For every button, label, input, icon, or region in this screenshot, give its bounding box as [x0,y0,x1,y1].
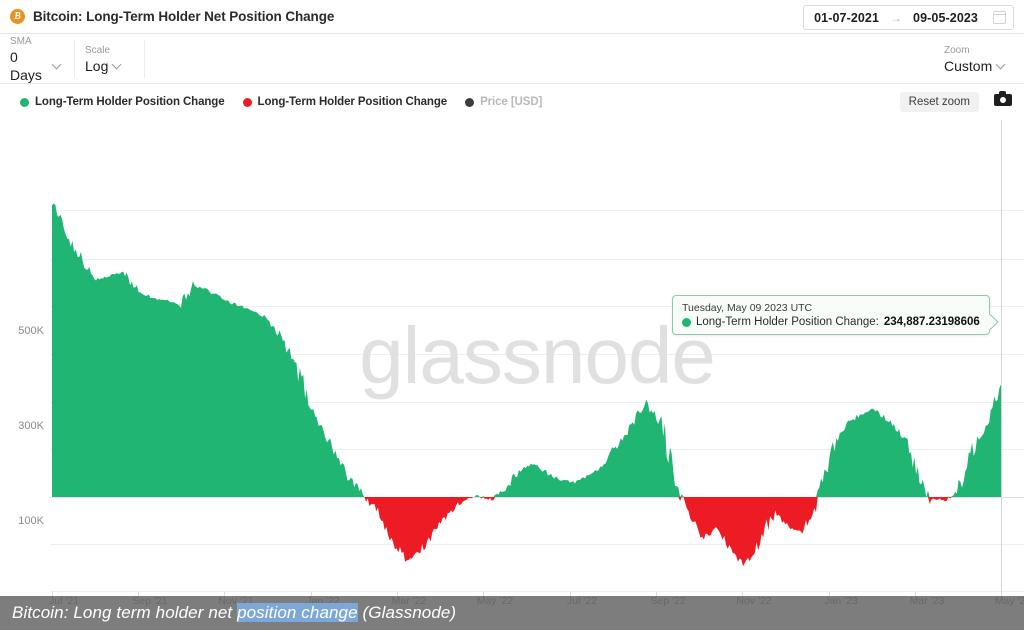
date-range-picker[interactable]: 01-07-2021 → 09-05-2023 [803,5,1014,30]
header-bar: B Bitcoin: Long-Term Holder Net Position… [0,0,1024,34]
camera-icon[interactable] [994,91,1012,106]
legend-dot-icon [242,97,252,107]
series-area [52,497,1001,567]
y-axis: 500K 300K 100K -100K -300K [0,120,50,620]
title-group: B Bitcoin: Long-Term Holder Net Position… [0,9,334,24]
legend-item-price[interactable]: Price [USD] [465,96,542,108]
legend-item-label: Price [USD] [480,96,543,108]
zoom-control[interactable]: Zoom Custom [934,40,1024,78]
scale-control[interactable]: Scale Log [75,40,145,78]
tooltip-value: 234,887.23198606 [883,316,980,328]
chevron-down-icon [113,60,121,68]
date-range-end[interactable]: 09-05-2023 [913,11,978,25]
caption-selected-text: position change [237,603,358,622]
chevron-down-icon [997,60,1005,68]
date-range-arrow-icon: → [890,10,903,25]
y-tick-label: 500K [18,325,44,337]
chart-tooltip: Tuesday, May 09 2023 UTC Long-Term Holde… [672,295,999,335]
legend-item-label: Long-Term Holder Position Change [257,96,448,108]
legend-item-label: Long-Term Holder Position Change [35,96,225,108]
tooltip-date: Tuesday, May 09 2023 UTC [682,302,813,314]
legend-item-positive[interactable]: Long-Term Holder Position Change [20,96,225,108]
sma-control[interactable]: SMA 0 Days [0,36,75,83]
bitcoin-icon: B [10,9,25,24]
glassnode-chart-app: B Bitcoin: Long-Term Holder Net Position… [0,0,1024,630]
chart-container: 500K 300K 100K -100K -300K glassnode [0,120,1024,620]
series-area [52,203,1001,497]
controls-bar: SMA 0 Days Scale Log Zoom Custom [0,34,1024,84]
calendar-icon[interactable] [993,11,1006,24]
y-tick-label: 100K [18,515,44,527]
y-tick-label: 300K [18,420,44,432]
legend: Long-Term Holder Position Change Long-Te… [0,84,1024,120]
legend-dot-icon [465,97,475,107]
legend-item-negative[interactable]: Long-Term Holder Position Change [242,96,448,108]
page-title: Bitcoin: Long-Term Holder Net Position C… [33,9,335,24]
tooltip-dot-icon [682,317,691,327]
caption-text: Bitcoin: Long term holder net position c… [0,603,456,623]
crosshair-line [1001,120,1002,592]
caption-before: Bitcoin: Long term holder net [12,603,238,622]
legend-dot-icon [20,97,29,107]
sma-label: SMA [10,35,32,47]
plot-area[interactable]: glassnode [50,120,1024,592]
chevron-down-icon [53,60,60,68]
tooltip-series-label: Long-Term Holder Position Change: [696,316,879,328]
caption-after: (Glassnode) [357,603,457,622]
zoom-value: Custom [944,57,993,74]
reset-zoom-button[interactable]: Reset zoom [899,92,979,112]
sma-value: 0 Days [10,48,42,83]
date-range-start[interactable]: 01-07-2021 [814,11,879,25]
scale-value: Log [85,57,109,74]
scale-label: Scale [85,44,111,56]
caption-bar: Bitcoin: Long term holder net position c… [0,596,1024,630]
zoom-label: Zoom [944,44,970,56]
chart-series [52,203,1001,567]
